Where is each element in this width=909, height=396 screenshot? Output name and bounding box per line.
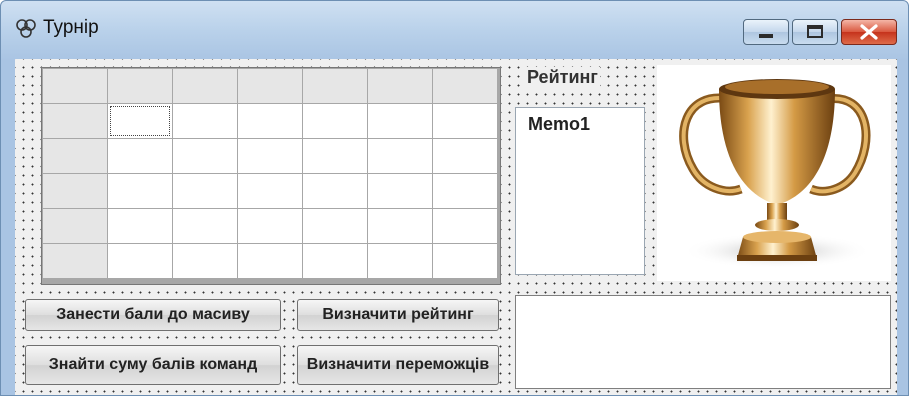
grid-fixed-cell xyxy=(433,69,497,103)
grid-fixed-cell xyxy=(368,69,432,103)
grid-cell[interactable] xyxy=(238,139,302,173)
grid-cell[interactable] xyxy=(368,104,432,138)
maximize-button[interactable] xyxy=(792,19,838,45)
grid-cell-selected[interactable] xyxy=(108,104,172,138)
grid-cell[interactable] xyxy=(238,104,302,138)
rating-memo[interactable]: Memo1 xyxy=(515,107,645,275)
grid-fixed-cell xyxy=(303,69,367,103)
app-icon xyxy=(16,19,36,38)
grid-fixed-cell xyxy=(43,174,107,208)
grid-cell[interactable] xyxy=(303,209,367,243)
grid-cell[interactable] xyxy=(238,244,302,278)
grid-row xyxy=(43,209,497,243)
grid-header-row xyxy=(43,69,497,103)
grid-fixed-cell xyxy=(173,69,237,103)
enter-scores-button[interactable]: Занести бали до масиву xyxy=(25,299,281,331)
grid-cell[interactable] xyxy=(238,174,302,208)
grid-cell[interactable] xyxy=(303,244,367,278)
score-grid-table xyxy=(42,68,498,279)
grid-cell[interactable] xyxy=(433,209,497,243)
grid-fixed-cell xyxy=(238,69,302,103)
grid-cell[interactable] xyxy=(173,104,237,138)
grid-cell[interactable] xyxy=(368,244,432,278)
score-grid[interactable] xyxy=(41,67,501,285)
grid-cell[interactable] xyxy=(108,139,172,173)
grid-cell[interactable] xyxy=(433,174,497,208)
grid-cell[interactable] xyxy=(303,104,367,138)
title-bar[interactable]: Турнір xyxy=(1,1,908,57)
form-area: Рейтинг Memo1 Занести бали до масиву Виз… xyxy=(15,59,897,395)
grid-cell[interactable] xyxy=(108,209,172,243)
maximize-icon xyxy=(807,25,823,38)
main-window: Турнір Рейтинг Memo1 Занести бали до мас… xyxy=(0,0,909,396)
grid-fixed-cell xyxy=(43,209,107,243)
grid-cell[interactable] xyxy=(173,139,237,173)
trophy-image xyxy=(657,65,891,281)
close-button[interactable] xyxy=(841,19,897,45)
grid-cell[interactable] xyxy=(108,174,172,208)
grid-cell[interactable] xyxy=(108,244,172,278)
grid-cell[interactable] xyxy=(433,104,497,138)
window-title: Турнір xyxy=(43,17,99,38)
grid-fixed-cell xyxy=(108,69,172,103)
grid-cell[interactable] xyxy=(303,139,367,173)
winners-memo[interactable] xyxy=(515,295,891,389)
grid-fixed-cell xyxy=(43,139,107,173)
grid-cell[interactable] xyxy=(433,139,497,173)
grid-fixed-cell xyxy=(43,104,107,138)
grid-row xyxy=(43,139,497,173)
determine-winners-button[interactable]: Визначити переможців xyxy=(297,345,499,385)
rating-label: Рейтинг xyxy=(525,67,600,88)
minimize-icon xyxy=(759,34,773,38)
grid-fixed-cell xyxy=(43,244,107,278)
grid-cell[interactable] xyxy=(303,174,367,208)
grid-cell[interactable] xyxy=(173,244,237,278)
trophy-icon xyxy=(679,79,872,269)
grid-row xyxy=(43,244,497,278)
find-sum-button[interactable]: Знайти суму балів команд xyxy=(25,345,281,385)
grid-cell[interactable] xyxy=(173,209,237,243)
grid-cell[interactable] xyxy=(238,209,302,243)
grid-fixed-cell xyxy=(43,69,107,103)
close-icon xyxy=(860,24,878,40)
determine-rating-button[interactable]: Визначити рейтинг xyxy=(297,299,499,331)
grid-cell[interactable] xyxy=(368,209,432,243)
grid-cell[interactable] xyxy=(368,139,432,173)
grid-cell[interactable] xyxy=(368,174,432,208)
grid-cell[interactable] xyxy=(433,244,497,278)
minimize-button[interactable] xyxy=(743,19,789,45)
grid-cell[interactable] xyxy=(173,174,237,208)
grid-row xyxy=(43,174,497,208)
grid-row xyxy=(43,104,497,138)
